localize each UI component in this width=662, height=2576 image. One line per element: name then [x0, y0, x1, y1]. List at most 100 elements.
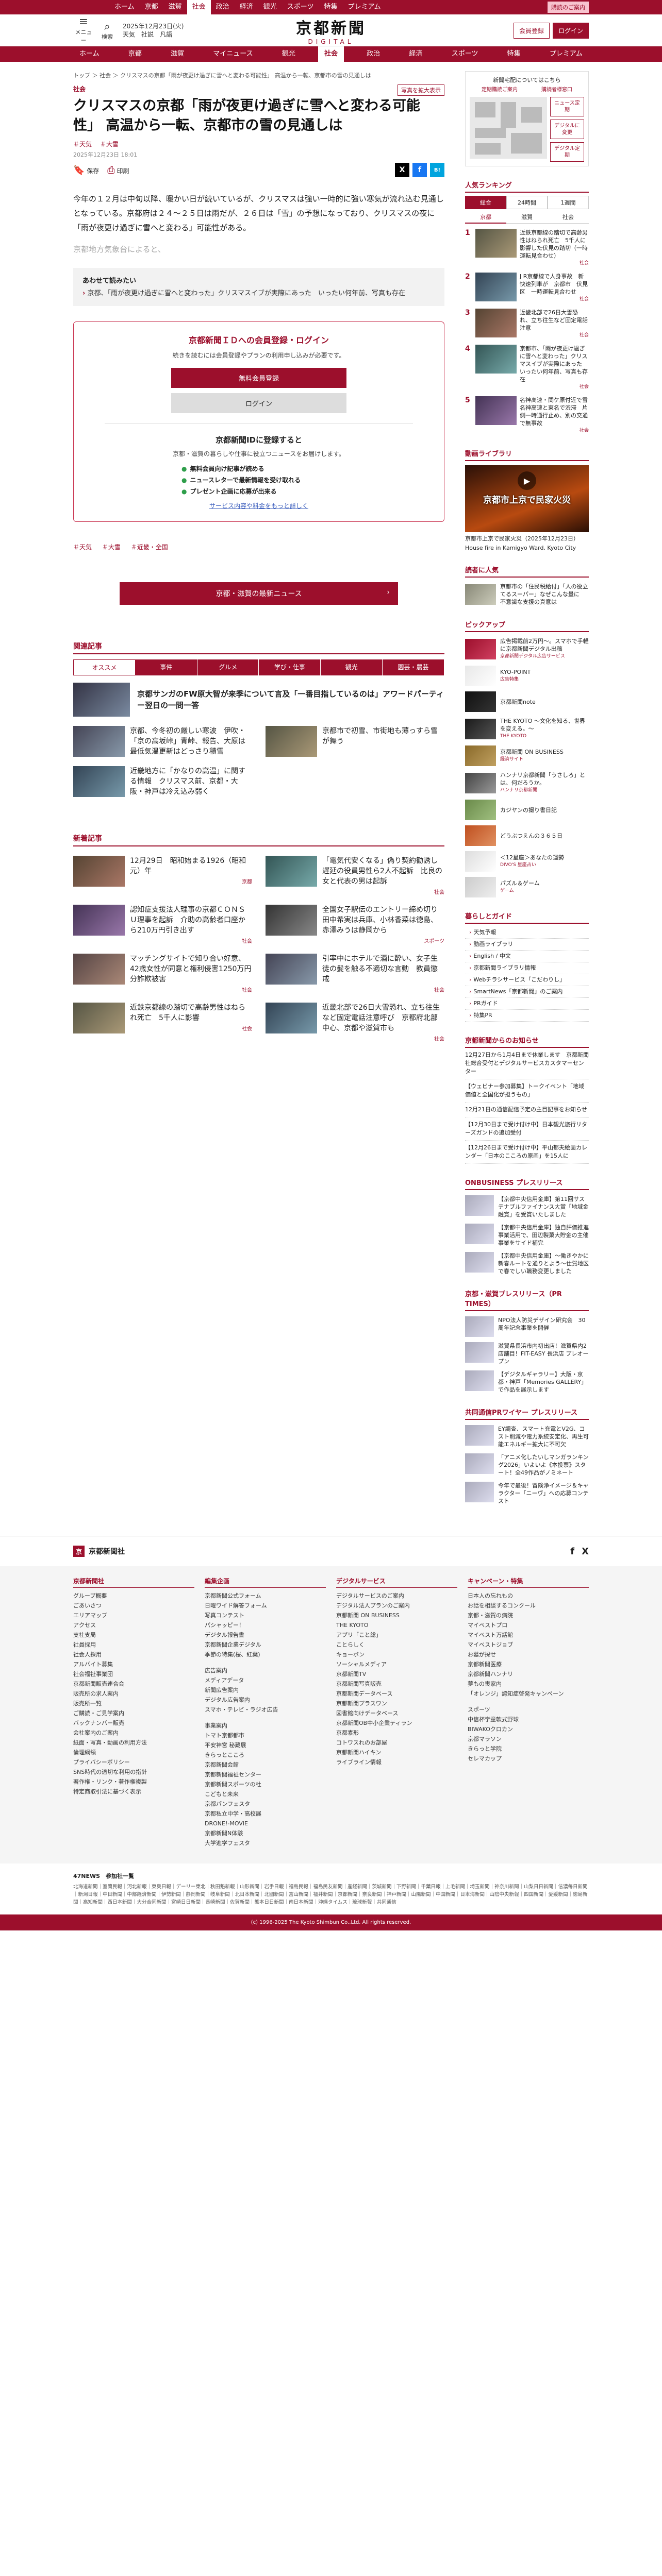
47news-members[interactable]: 北海道新聞｜室蘭民報｜河北新報｜東奥日報｜デーリー東北｜秋田魁新報｜山形新聞｜岩… — [73, 1883, 589, 1906]
footer-link[interactable]: ソーシャルメディア — [336, 1659, 457, 1669]
footer-link[interactable]: 広告案内 — [205, 1666, 326, 1675]
subscribe-guide-link[interactable]: 定期購読ご案内 — [482, 85, 518, 93]
footer-link[interactable]: 京都新聞会館 — [205, 1760, 326, 1770]
ranking-category[interactable]: 社会 — [520, 383, 589, 391]
top-nav-item[interactable]: 特集 — [319, 0, 342, 14]
subscriber-desk-link[interactable]: 購読者様窓口 — [541, 85, 572, 93]
tag-link[interactable]: ＃大雪 — [100, 141, 119, 148]
tag-link[interactable]: ＃天気 — [73, 141, 92, 148]
newest-category[interactable]: 社会 — [322, 986, 444, 993]
subscribe-link[interactable]: 購読のご案内 — [548, 2, 589, 13]
footer-link[interactable]: ご購読・ご見学案内 — [73, 1708, 194, 1718]
top-nav-item[interactable]: 経済 — [235, 0, 258, 14]
facebook-icon[interactable]: f — [570, 1546, 574, 1557]
column-link[interactable]: 凡語 — [160, 31, 172, 38]
pickup-item[interactable]: 広告掲載前2万円〜。スマホで手軽に京都新聞デジタル出稿 京都新聞デジタル広告サービ… — [465, 637, 589, 660]
footer-link[interactable]: トマト京都都市 — [205, 1731, 326, 1740]
ranking-tab[interactable]: 総合 — [465, 196, 506, 209]
footer-link[interactable]: スマホ・テレビ・ラジオ広告 — [205, 1705, 326, 1715]
register-button[interactable]: 会員登録 — [513, 22, 550, 39]
newest-card[interactable]: 全国女子駅伝のエントリー締め切り 田中希実は兵庫、小林香菜は徳島、赤澤みうは静岡… — [266, 905, 445, 944]
onbiz-item[interactable]: 【京都中央信用金庫】独自評価推進事業活用で、田辺製菓大貯金の主催事業をサイド補完 — [465, 1224, 589, 1247]
category-nav-item[interactable]: 滋賀 — [164, 46, 190, 62]
footer-link[interactable]: マイベストジョブ — [468, 1640, 589, 1650]
footer-link[interactable]: プライバシーポリシー — [73, 1757, 194, 1767]
footer-link[interactable]: アプリ「こと総」 — [336, 1630, 457, 1640]
newest-category[interactable]: 京都 — [130, 877, 252, 885]
footer-link[interactable]: デジタル報告書 — [205, 1630, 326, 1640]
top-nav-item[interactable]: 京都 — [140, 0, 163, 14]
ranking-item[interactable]: 4 京都市、「雨が夜更け過ぎに雪へと変わった」クリスマスイブが実際にあった いった… — [465, 345, 589, 391]
map-option-button[interactable]: デジタル定期 — [550, 142, 584, 162]
guide-link[interactable]: Webチラシサービス「こだわりし」 — [465, 974, 589, 986]
share-facebook-icon[interactable]: f — [412, 163, 427, 177]
editorial-link[interactable]: 社説 — [141, 31, 154, 38]
pickup-item[interactable]: ＜12星座＞あなたの運勢 DIVO'S 星座占い — [465, 851, 589, 872]
guide-link[interactable]: 京都新聞ライブラリ情報 — [465, 962, 589, 974]
photo-zoom-button[interactable]: 写真を拡大表示 — [398, 84, 444, 96]
newest-category[interactable]: 社会 — [130, 986, 252, 993]
footer-link[interactable]: 京都新聞医療 — [468, 1659, 589, 1669]
notice-item[interactable]: 12月27日から1月4日まで休業します 京都新聞社総合受付とデジタルサービスカス… — [465, 1048, 589, 1079]
top-nav-item[interactable]: ホーム — [109, 0, 140, 14]
newest-category[interactable]: 社会 — [322, 888, 444, 895]
footer-link[interactable]: THE KYOTO — [336, 1620, 457, 1630]
footer-link[interactable]: エリアマップ — [73, 1611, 194, 1620]
top-nav-item[interactable]: 観光 — [258, 0, 282, 14]
delivery-map-image[interactable] — [470, 97, 547, 159]
category-nav-item[interactable]: 観光 — [276, 46, 302, 62]
footer-link[interactable]: スポーツ — [468, 1705, 589, 1715]
footer-link[interactable]: バックナンバー販売 — [73, 1718, 194, 1728]
pickup-item[interactable]: 京都新聞 ON BUSINESS 経済サイト — [465, 745, 589, 766]
footer-link[interactable]: 京都マラソン — [468, 1734, 589, 1744]
category-nav-item[interactable]: 特集 — [501, 46, 527, 62]
pickup-item[interactable]: KYO-POINT 広告特集 — [465, 666, 589, 686]
ranking-item[interactable]: 2 J R京都線で人身事故 新快速列車が 京都市 伏見区 一時運転見合わせ 社会 — [465, 273, 589, 303]
site-logo[interactable]: 京都新聞 DIGITAL — [296, 15, 366, 45]
featured-article[interactable]: 京都サンガのFW原大智が来季について言及「一番目指しているのは」アワードパーティ… — [73, 683, 444, 717]
guide-link[interactable]: 特集PR — [465, 1010, 589, 1022]
prtimes-item[interactable]: 【デジタルギャラリー】大阪・京都・神戸「Memories GALLERY」で作品… — [465, 1370, 589, 1394]
top-nav-item[interactable]: 政治 — [211, 0, 235, 14]
footer-link[interactable]: 事業案内 — [205, 1721, 326, 1731]
footer-link[interactable]: 京都新聞ハンナリ — [468, 1669, 589, 1679]
share-hatena-icon[interactable]: B! — [430, 163, 444, 177]
footer-link[interactable]: 社員採用 — [73, 1640, 194, 1650]
footer-link[interactable]: 京都新聞福祉センター — [205, 1770, 326, 1780]
newest-card[interactable]: 近畿北部で26日大雪恐れ、立ち往生など固定電話注意呼び 京都府北部中心、京都や滋… — [266, 1003, 444, 1042]
x-icon[interactable]: X — [582, 1546, 589, 1557]
category-nav-item[interactable]: 京都 — [122, 46, 148, 62]
pickup-item[interactable]: ハンナリ京都新聞「うさしろ」とは、何だろうか。 ハンナリ京都新聞 — [465, 771, 589, 794]
pickup-item[interactable]: 京都新聞note — [465, 691, 589, 712]
category-nav-item[interactable]: スポーツ — [445, 46, 485, 62]
footer-link[interactable]: 倫理綱領 — [73, 1748, 194, 1757]
footer-link[interactable]: セレマカップ — [468, 1754, 589, 1764]
tag-link[interactable]: ＃近畿・全国 — [131, 544, 168, 551]
footer-link[interactable]: 京都新聞公式フォーム — [205, 1591, 326, 1601]
category-nav-item[interactable]: 政治 — [360, 46, 386, 62]
newest-card[interactable]: 引率中にホテルで酒に酔い、女子生徒の髪を触る不適切な言動 教員懲戒 社会 — [266, 954, 444, 993]
ranking-subtab[interactable]: 京都 — [465, 211, 506, 224]
category-nav-item[interactable]: ホーム — [73, 46, 106, 62]
ranking-subtab[interactable]: 社会 — [548, 211, 589, 224]
ranking-item[interactable]: 3 近畿北部で26日大雪恐れ、立ち往生など固定電話注意 社会 — [465, 309, 589, 340]
footer-link[interactable]: 京都新聞企業デジタル — [205, 1640, 326, 1650]
footer-link[interactable]: 会社案内のご案内 — [73, 1728, 194, 1738]
footer-link[interactable]: 販売所一覧 — [73, 1699, 194, 1708]
related-tab[interactable]: 事件 — [135, 659, 197, 675]
newest-category[interactable]: スポーツ — [322, 937, 444, 944]
pickup-item[interactable]: THE KYOTO 〜文化を知る、世界を変える。〜 THE KYOTO — [465, 717, 589, 740]
footer-link[interactable]: 新聞広告案内 — [205, 1685, 326, 1695]
footer-link[interactable]: 京都新聞写真販売 — [336, 1679, 457, 1689]
footer-link[interactable]: 京都新聞プラスワン — [336, 1699, 457, 1708]
pickup-item[interactable]: カジヤンの撮り書日記 — [465, 800, 589, 820]
footer-link[interactable]: 京都新聞販売連合会 — [73, 1679, 194, 1689]
footer-link[interactable]: お話を相談するコンクール — [468, 1601, 589, 1611]
footer-link[interactable]: メディアデータ — [205, 1675, 326, 1685]
guide-link[interactable]: English / 中文 — [465, 951, 589, 962]
popular-item[interactable]: 京都市の「住民税給付」「人の役立てるスーパー」なぜこんな量に 不意識な支援の真意… — [465, 583, 589, 606]
related-card[interactable]: 近畿地方に「かなりの高温」に関する情報 クリスマス前、京都・大阪・神戸は冷え込み… — [73, 766, 252, 797]
footer-link[interactable]: キョーボン — [336, 1650, 457, 1659]
footer-link[interactable]: お墓が探せ — [468, 1650, 589, 1659]
ranking-category[interactable]: 社会 — [520, 427, 589, 435]
